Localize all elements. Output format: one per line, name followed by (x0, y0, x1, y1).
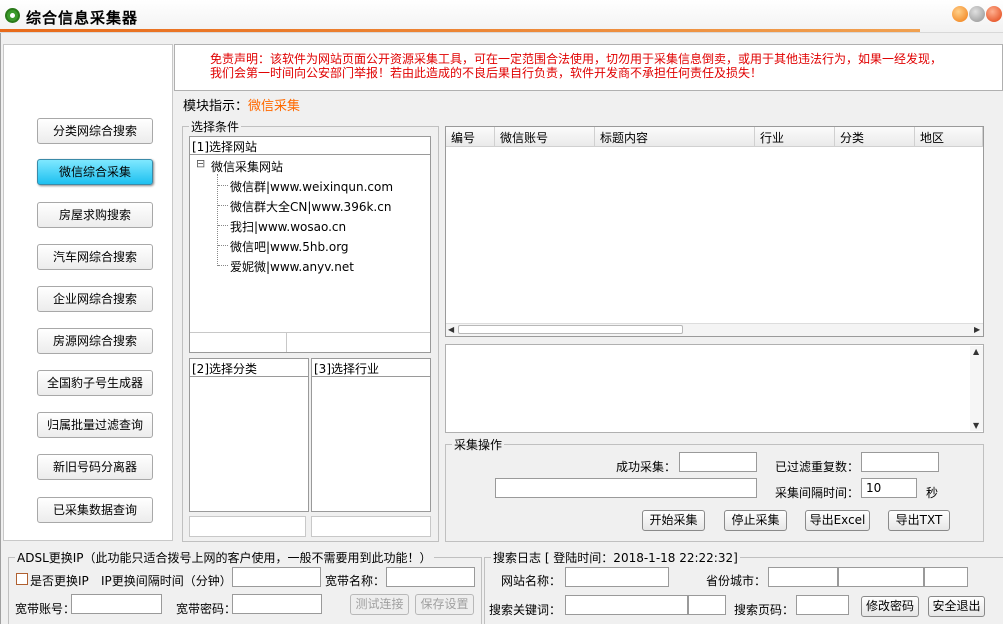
tree-root-wechat-sites[interactable]: 微信采集网站 (211, 158, 283, 175)
broadband-password-field[interactable] (232, 594, 322, 614)
col-header-region[interactable]: 地区 (915, 127, 983, 147)
site-name-label: 网站名称： (501, 574, 562, 588)
adsl-legend: ADSL更换IP（此功能只适合拨号上网的客户使用，一般不需要用到此功能！） (17, 551, 432, 565)
scroll-right-icon[interactable]: ▶ (974, 325, 980, 334)
tree-item-5hb[interactable]: 微信吧|www.5hb.org (230, 238, 349, 255)
scroll-down-icon[interactable]: ▼ (973, 421, 979, 430)
city-field[interactable] (838, 567, 924, 587)
site-tree-header: [1]选择网站 (190, 137, 430, 155)
export-excel-button[interactable]: 导出Excel (805, 510, 870, 531)
module-label: 模块指示： (183, 99, 249, 114)
change-password-button[interactable]: 修改密码 (861, 596, 919, 617)
select-conditions-legend: 选择条件 (191, 120, 240, 134)
grid-scroll-thumb[interactable] (458, 325, 683, 334)
col-header-industry[interactable]: 行业 (755, 127, 835, 147)
search-keyword-extra-field[interactable] (688, 595, 726, 615)
nav-category-search[interactable]: 分类网综合搜索 (37, 118, 153, 144)
test-connection-button[interactable]: 测试连接 (350, 594, 409, 615)
disclaimer-text: 免责声明：该软件为网站页面公开资源采集工具，可在一定范围合法使用，切勿用于采集信… (210, 52, 990, 80)
nav-listing-search[interactable]: 房源网综合搜索 (37, 328, 153, 354)
nav-collected-query[interactable]: 已采集数据查询 (37, 497, 153, 523)
window-title: 综合信息采集器 (26, 9, 139, 27)
change-ip-checkbox[interactable] (16, 573, 28, 585)
app-icon (5, 8, 20, 23)
industry-list-header: [3]选择行业 (312, 359, 430, 377)
nav-batch-filter[interactable]: 归属批量过滤查询 (37, 412, 153, 438)
category-input[interactable] (189, 516, 306, 537)
ip-interval-field[interactable] (232, 567, 321, 587)
site-tree-footer (190, 332, 430, 352)
nav-number-generator[interactable]: 全国豹子号生成器 (37, 370, 153, 396)
tree-toggle-icon[interactable]: ⊟ (196, 157, 205, 170)
collect-operations-legend: 采集操作 (454, 438, 503, 452)
tree-item-wosao[interactable]: 我扫|www.wosao.cn (230, 218, 346, 235)
tree-item-anyv[interactable]: 爱妮微|www.anyv.net (230, 258, 354, 275)
success-count-field[interactable] (679, 452, 757, 472)
save-settings-button[interactable]: 保存设置 (415, 594, 474, 615)
broadband-account-field[interactable] (71, 594, 162, 614)
industry-input[interactable] (311, 516, 431, 537)
search-page-field[interactable] (796, 595, 849, 615)
site-name-field[interactable] (565, 567, 669, 587)
logout-button[interactable]: 安全退出 (928, 596, 985, 617)
broadband-name-label: 宽带名称： (325, 574, 386, 588)
start-collect-button[interactable]: 开始采集 (642, 510, 705, 531)
district-field[interactable] (924, 567, 968, 587)
search-log-legend: 搜索日志 [ 登陆时间：2018-1-18 22:22:32] (493, 551, 738, 565)
nav-company-search[interactable]: 企业网综合搜索 (37, 286, 153, 312)
col-header-wechat-account[interactable]: 微信账号 (495, 127, 595, 147)
col-header-category[interactable]: 分类 (835, 127, 915, 147)
nav-wechat-collect[interactable]: 微信综合采集 (37, 159, 153, 185)
broadband-name-field[interactable] (386, 567, 475, 587)
filtered-count-field[interactable] (861, 452, 939, 472)
collect-status-field[interactable] (495, 478, 757, 498)
nav-house-wanted-search[interactable]: 房屋求购搜索 (37, 202, 153, 228)
category-list-header: [2]选择分类 (190, 359, 308, 377)
interval-field[interactable] (861, 478, 917, 498)
minimize-button[interactable] (952, 6, 968, 22)
module-indicator: 模块指示：微信采集 (183, 95, 300, 114)
export-txt-button[interactable]: 导出TXT (888, 510, 950, 531)
change-ip-label: 是否更换IP (30, 574, 89, 588)
search-keyword-label: 搜索关键词： (489, 603, 562, 617)
success-count-label: 成功采集： (616, 460, 677, 474)
nav-car-search[interactable]: 汽车网综合搜索 (37, 244, 153, 270)
filtered-count-label: 已过滤重复数： (775, 460, 860, 474)
search-keyword-field[interactable] (565, 595, 688, 615)
interval-label: 采集间隔时间： (775, 486, 860, 500)
tree-item-weixinqun[interactable]: 微信群|www.weixinqun.com (230, 178, 393, 195)
disclaimer-line-2: 我们会第一时间向公安部门举报！若由此造成的不良后果自行负责，软件开发商不承担任何… (210, 66, 763, 80)
ip-interval-label: IP更换间隔时间（分钟） (101, 574, 232, 588)
scroll-left-icon[interactable]: ◀ (448, 325, 454, 334)
close-button[interactable] (986, 6, 1002, 22)
title-bar-accent (0, 29, 920, 32)
province-city-label: 省份城市： (706, 574, 767, 588)
industry-list-box[interactable]: [3]选择行业 (311, 358, 431, 512)
disclaimer-line-1: 免责声明：该软件为网站页面公开资源采集工具，可在一定范围合法使用，切勿用于采集信… (210, 52, 943, 66)
interval-unit: 秒 (926, 486, 939, 500)
tree-item-396k[interactable]: 微信群大全CN|www.396k.cn (230, 198, 391, 215)
scroll-up-icon[interactable]: ▲ (973, 347, 979, 356)
broadband-password-label: 宽带密码： (176, 602, 237, 616)
nav-number-separator[interactable]: 新旧号码分离器 (37, 454, 153, 480)
results-grid[interactable]: 编号 微信账号 标题内容 行业 分类 地区 (445, 126, 984, 337)
category-list-box[interactable]: [2]选择分类 (189, 358, 309, 512)
log-text-area[interactable] (445, 344, 984, 433)
col-header-id[interactable]: 编号 (446, 127, 495, 147)
province-field[interactable] (768, 567, 838, 587)
search-page-label: 搜索页码： (734, 603, 795, 617)
log-vertical-scrollbar[interactable] (970, 346, 983, 431)
site-tree-box[interactable]: [1]选择网站 ⊟ 微信采集网站 微信群|www.weixinqun.com 微… (189, 136, 431, 353)
maximize-button[interactable] (969, 6, 985, 22)
stop-collect-button[interactable]: 停止采集 (724, 510, 787, 531)
col-header-title[interactable]: 标题内容 (595, 127, 755, 147)
module-value: 微信采集 (248, 99, 301, 114)
broadband-account-label: 宽带账号： (15, 602, 76, 616)
